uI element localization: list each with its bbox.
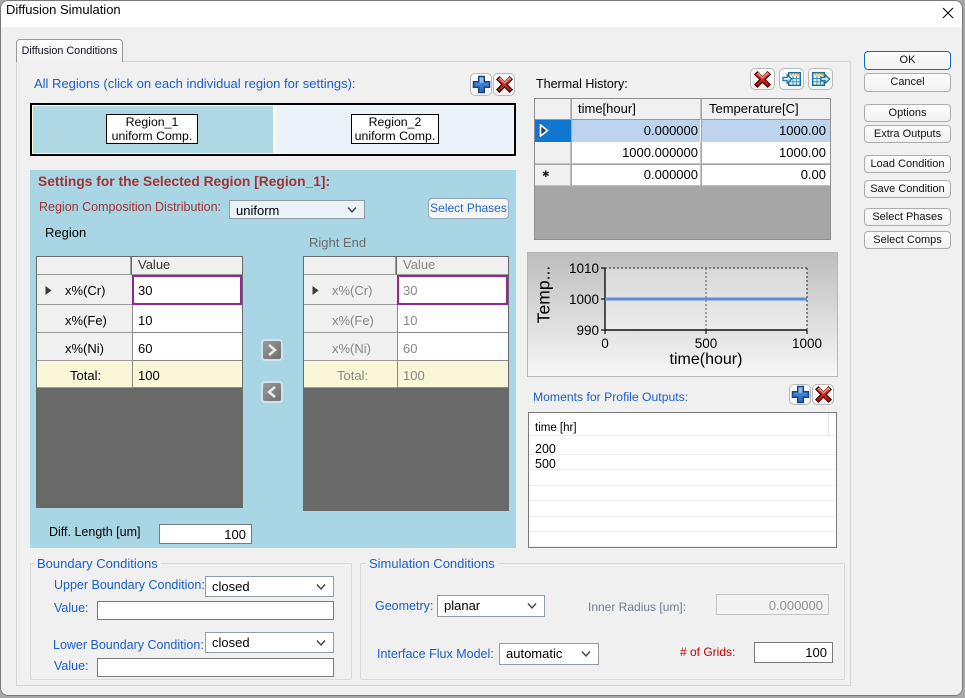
svg-text:990: 990 [576,323,599,338]
svg-text:1010: 1010 [569,261,599,276]
svg-text:time(hour): time(hour) [670,351,743,368]
svg-text:500: 500 [695,336,718,351]
svg-text:Temp...: Temp... [534,266,554,323]
svg-text:1000: 1000 [792,336,822,351]
svg-text:1000: 1000 [569,292,599,307]
svg-text:0: 0 [601,336,609,351]
